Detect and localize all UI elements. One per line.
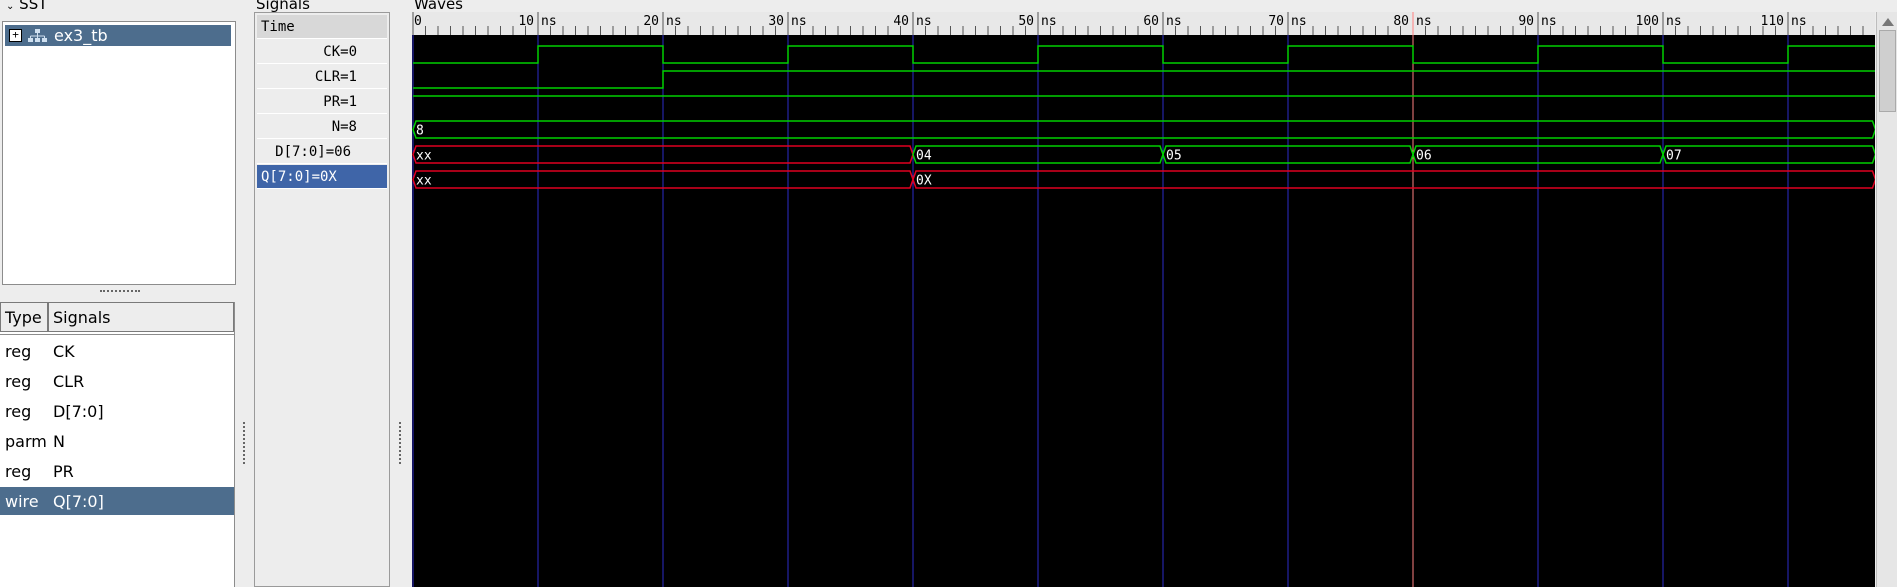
ruler-label: 0 (414, 14, 422, 29)
sst-signal-list[interactable]: Type Signals reg CK reg CLR reg D[7:0] p… (0, 302, 235, 587)
ruler-label: 80 (1393, 14, 1409, 29)
trace-n-value-label: 8 (416, 124, 424, 139)
ruler-unit-label: ns (1666, 14, 1682, 29)
ruler-label: 20 (643, 14, 659, 29)
ruler-unit-label: ns (1791, 14, 1807, 29)
trace-d-value-label: xx (416, 149, 432, 164)
ruler-unit-label: ns (1541, 14, 1557, 29)
ruler-label: 110 (1761, 14, 1784, 29)
signal-row-n[interactable]: N=8 (257, 115, 387, 139)
ruler-label: 40 (893, 14, 909, 29)
signal-type: parm (5, 431, 47, 451)
waveform-canvas[interactable]: 0 10 ns 20 ns 30 ns 40 ns 50 ns 60 ns 70 ns 80 ns 90 ns 100… (412, 12, 1875, 587)
trace-d-value-label: 06 (1416, 149, 1432, 164)
signal-row-ck[interactable]: CK=0 (257, 40, 387, 64)
signal-row-clr[interactable]: CLR=1 (257, 65, 387, 89)
sst-collapse-icon[interactable]: ⌄ (6, 1, 14, 12)
pane-splitter-handle[interactable] (243, 422, 248, 464)
ruler-unit-label: ns (666, 14, 682, 29)
signal-type: reg (5, 341, 32, 361)
sst-tree[interactable]: + ex3_tb (2, 21, 236, 285)
trace-d-value-label: 04 (916, 149, 932, 164)
signals-pane[interactable]: Time CK=0 CLR=1 PR=1 N=8 D[7:0]=06 Q[7:0… (254, 12, 390, 587)
trace-q-value-label: xx (416, 174, 432, 189)
ruler-label: 70 (1268, 14, 1284, 29)
signal-name: N (53, 431, 65, 451)
list-item[interactable]: parm N (0, 427, 234, 455)
signal-name: PR (53, 461, 74, 481)
vertical-scrollbar[interactable] (1876, 12, 1897, 587)
column-header-type[interactable]: Type (0, 302, 48, 332)
sst-title: ⌄ SST (6, 0, 47, 14)
hierarchy-icon (28, 28, 47, 42)
pane-splitter-handle[interactable] (399, 422, 404, 464)
ruler-label: 60 (1143, 14, 1159, 29)
trace-d-value-label: 05 (1166, 149, 1182, 164)
ruler-unit-label: ns (916, 14, 932, 29)
list-item[interactable]: reg PR (0, 457, 234, 485)
ruler-label: 50 (1018, 14, 1034, 29)
trace-q-value-label: 0X (916, 174, 932, 189)
ruler-unit-label: ns (1291, 14, 1307, 29)
scrollbar-thumb[interactable] (1879, 30, 1896, 112)
list-item-selected[interactable]: wire Q[7:0] (0, 487, 234, 515)
tree-item-ex3-tb[interactable]: + ex3_tb (5, 25, 231, 46)
signal-name: CLR (53, 371, 85, 391)
trace-d-segment (1662, 145, 1875, 164)
list-header: Type Signals (0, 302, 234, 335)
expand-icon[interactable]: + (9, 29, 22, 42)
list-item[interactable]: reg D[7:0] (0, 397, 234, 425)
signal-type: wire (5, 491, 39, 511)
waveform-viewer[interactable]: 0 10 ns 20 ns 30 ns 40 ns 50 ns 60 ns 70 ns 80 ns 90 ns 100… (412, 12, 1875, 587)
ruler-label: 90 (1518, 14, 1534, 29)
signal-row-q[interactable]: Q[7:0]=0X (257, 165, 387, 189)
signal-row-pr[interactable]: PR=1 (257, 90, 387, 114)
ruler-unit-label: ns (1166, 14, 1182, 29)
signal-name: D[7:0] (53, 401, 104, 421)
signal-type: reg (5, 401, 32, 421)
time-header: Time (257, 15, 387, 39)
list-item[interactable]: reg CLR (0, 367, 234, 395)
trace-n-segment (412, 120, 1875, 139)
waves-title: Waves (414, 0, 463, 13)
pane-splitter-handle[interactable] (100, 290, 140, 296)
tree-item-label: ex3_tb (54, 26, 108, 45)
signal-name: Q[7:0] (53, 491, 104, 511)
ruler-unit-label: ns (541, 14, 557, 29)
sst-title-text: SST (19, 0, 48, 13)
signal-type: reg (5, 461, 32, 481)
ruler-label: 100 (1636, 14, 1659, 29)
trace-d-value-label: 07 (1666, 149, 1682, 164)
signal-name: CK (53, 341, 75, 361)
signal-type: reg (5, 371, 32, 391)
ruler-label: 30 (768, 14, 784, 29)
ruler-unit-label: ns (1041, 14, 1057, 29)
trace-q-segment (912, 170, 1875, 189)
signals-title: Signals (256, 0, 310, 13)
trace-ck (413, 45, 1875, 64)
ruler-unit-label: ns (1416, 14, 1432, 29)
list-item[interactable]: reg CK (0, 337, 234, 365)
scroll-up-icon[interactable] (1882, 18, 1894, 26)
ruler-unit-label: ns (791, 14, 807, 29)
trace-clr (413, 70, 1875, 89)
signal-row-d[interactable]: D[7:0]=06 (257, 140, 387, 164)
column-header-signals[interactable]: Signals (48, 302, 234, 332)
ruler-label: 10 (518, 14, 534, 29)
